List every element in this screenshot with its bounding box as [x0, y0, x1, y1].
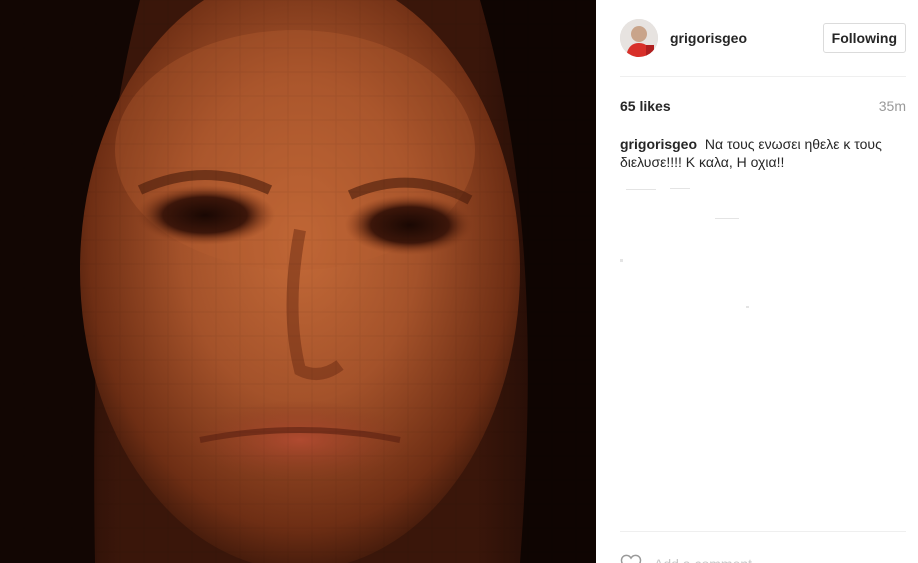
- comment-artifact: [670, 188, 690, 189]
- instagram-post: grigorisgeo Following 65 likes 35m grigo…: [0, 0, 918, 563]
- heart-icon[interactable]: [620, 554, 642, 563]
- avatar[interactable]: [620, 19, 658, 57]
- post-footer: [620, 531, 906, 563]
- post-caption: grigorisgeo Να τους ενωσει ηθελε κ τους …: [620, 135, 906, 171]
- likes-count[interactable]: 65 likes: [620, 98, 671, 114]
- comment-artifact: [715, 218, 739, 219]
- post-photo-image: [0, 0, 596, 563]
- add-comment-input[interactable]: [654, 556, 854, 563]
- comment-artifact: [746, 306, 749, 308]
- comment-artifact: [620, 259, 623, 262]
- comment-artifact: [626, 189, 656, 190]
- caption-author-link[interactable]: grigorisgeo: [620, 136, 697, 152]
- avatar-image: [620, 19, 658, 57]
- post-header: grigorisgeo Following: [620, 0, 906, 77]
- post-stats: 65 likes 35m: [620, 77, 906, 135]
- username-link[interactable]: grigorisgeo: [670, 30, 747, 46]
- post-photo[interactable]: [0, 0, 596, 563]
- comments-area: [620, 185, 906, 525]
- post-timestamp[interactable]: 35m: [879, 98, 906, 114]
- following-button[interactable]: Following: [822, 23, 906, 53]
